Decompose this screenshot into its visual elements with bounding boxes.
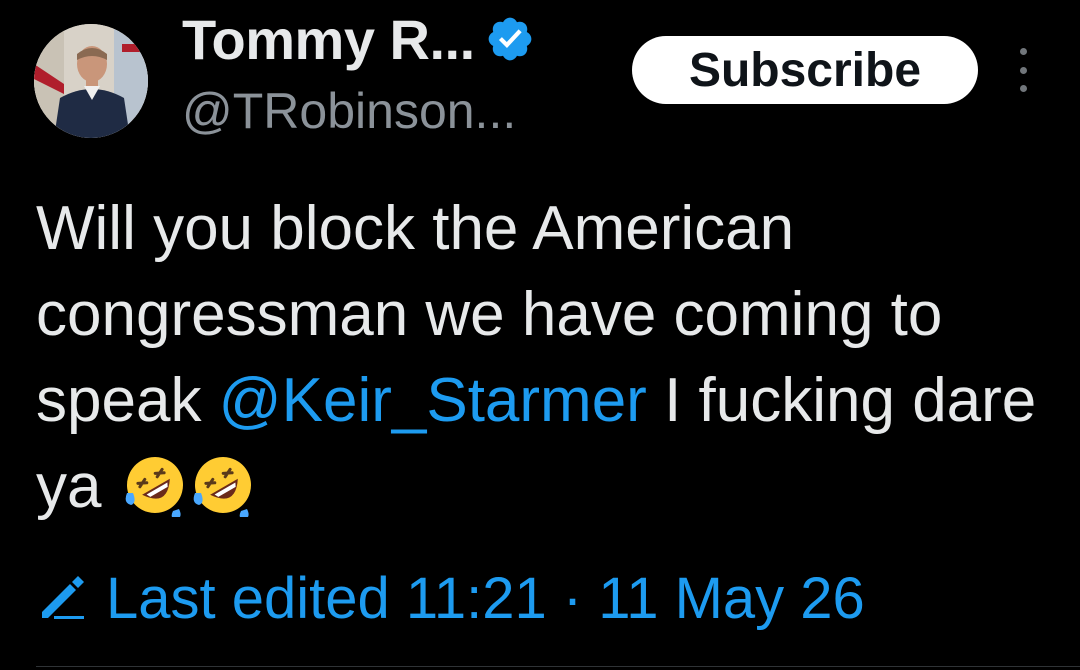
mention-link[interactable]: @Keir_Starmer bbox=[219, 366, 647, 435]
author-name-row: Tommy R... bbox=[182, 4, 535, 74]
rolling-on-floor-laughing-emoji-icon bbox=[123, 453, 187, 517]
verified-badge-icon[interactable] bbox=[485, 14, 535, 64]
avatar[interactable] bbox=[34, 24, 148, 138]
more-vertical-icon[interactable] bbox=[1010, 48, 1036, 92]
avatar-image bbox=[34, 24, 148, 138]
subscribe-button[interactable]: Subscribe bbox=[632, 36, 978, 104]
rolling-on-floor-laughing-emoji-icon bbox=[191, 453, 255, 517]
pencil-icon bbox=[36, 572, 88, 624]
tweet: Tommy R... @TRobinson... Subscribe Will … bbox=[0, 0, 1080, 670]
author-handle[interactable]: @TRobinson... bbox=[182, 82, 516, 140]
last-edited-label: Last edited 11:21 · 11 May 26 bbox=[106, 565, 865, 631]
last-edited-link[interactable]: Last edited 11:21 · 11 May 26 bbox=[36, 560, 865, 636]
tweet-text: Will you block the American congressman … bbox=[36, 186, 1066, 530]
divider bbox=[36, 666, 1080, 667]
author-display-name[interactable]: Tommy R... bbox=[182, 7, 475, 72]
